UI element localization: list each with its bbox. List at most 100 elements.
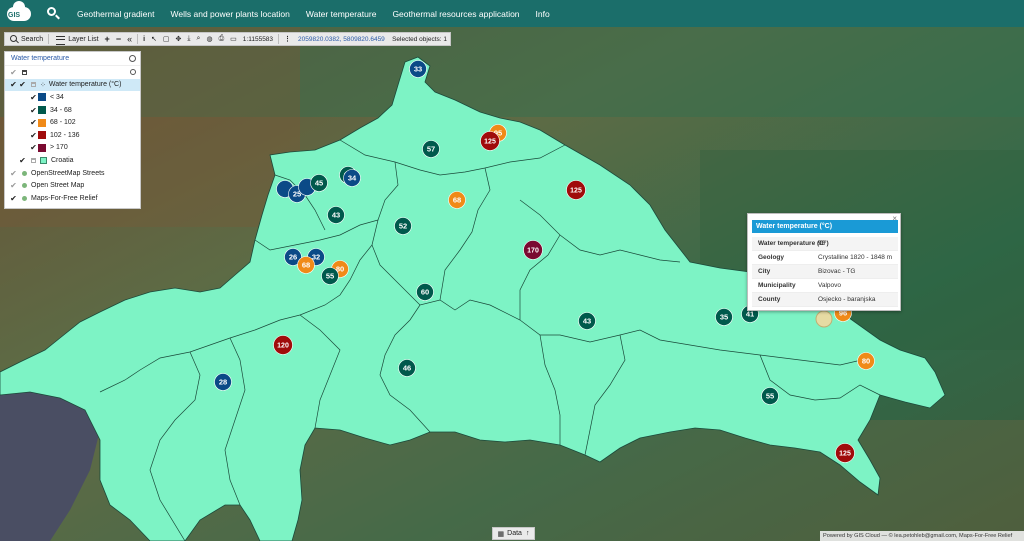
temperature-marker[interactable]: 68 (297, 256, 315, 274)
download-icon[interactable]: ⤓ (184, 35, 193, 43)
nav-water-temperature[interactable]: Water temperature (306, 9, 377, 19)
gis-cloud-logo[interactable]: GIS (5, 0, 35, 25)
temperature-marker[interactable]: 55 (321, 267, 339, 285)
visibility-checkbox[interactable]: ✔ (18, 80, 27, 89)
measure-icon[interactable]: ▭ (227, 35, 240, 43)
logo-text: GIS (8, 11, 21, 19)
attribute-value: 96 (818, 240, 826, 247)
marker-label: 125 (839, 451, 851, 458)
globe-icon[interactable]: ◍ (203, 35, 215, 43)
zoom-in-button[interactable]: + (102, 34, 113, 44)
temperature-marker[interactable]: 46 (398, 359, 416, 377)
marker-label: 34 (348, 174, 357, 183)
legend-label: 102 - 136 (50, 131, 80, 139)
check-all-icon[interactable]: ✔ (9, 68, 18, 77)
temperature-marker[interactable]: 52 (394, 217, 412, 235)
nav-geothermal-gradient[interactable]: Geothermal gradient (77, 9, 155, 19)
temperature-marker[interactable]: 35 (715, 308, 733, 326)
marker-label: 46 (403, 364, 411, 373)
globe-icon[interactable] (129, 55, 136, 62)
legend-row[interactable]: ✔ > 170 (5, 142, 140, 155)
more-options-icon[interactable]: ⋮ (281, 35, 294, 43)
legend-checkbox[interactable]: ✔ (29, 143, 38, 152)
search-icon[interactable] (43, 4, 63, 24)
temperature-marker[interactable]: 57 (422, 140, 440, 158)
layer-row-croatia[interactable]: ✔ Croatia (5, 154, 140, 167)
temperature-marker[interactable]: 125 (480, 131, 500, 151)
print-icon[interactable]: ⎙ (216, 35, 228, 43)
visibility-checkbox[interactable]: ✔ (18, 156, 27, 165)
expand-icon[interactable]: ✔ (9, 80, 18, 89)
temperature-marker[interactable]: 33 (409, 60, 427, 78)
zoom-icon[interactable]: ⌕ (194, 35, 204, 43)
lock-icon[interactable] (31, 82, 36, 88)
legend-row[interactable]: ✔ 68 - 102 (5, 116, 140, 129)
temperature-marker[interactable]: 170 (523, 240, 543, 260)
temperature-marker[interactable]: 45 (310, 174, 328, 192)
collapse-icon[interactable]: « (124, 34, 135, 44)
visibility-checkbox[interactable]: ✔ (9, 194, 18, 203)
legend-row[interactable]: ✔ 34 - 68 (5, 104, 140, 117)
zoom-layer-icon[interactable] (130, 69, 136, 75)
pan-icon[interactable]: ✥ (173, 35, 185, 43)
info-icon[interactable]: i (140, 36, 148, 43)
top-navigation: GIS Geothermal gradient Wells and power … (0, 0, 1024, 27)
temperature-marker[interactable]: 125 (835, 443, 855, 463)
temperature-marker[interactable]: 120 (273, 335, 293, 355)
layer-row-maps-for-free[interactable]: ✔ Maps-For-Free Relief (5, 192, 140, 205)
nav-wells-power-plants[interactable]: Wells and power plants location (171, 9, 290, 19)
temperature-marker[interactable]: 68 (448, 191, 466, 209)
layer-label: Open Street Map (31, 182, 85, 190)
layer-list-tool[interactable]: Layer List (51, 35, 101, 45)
layer-panel-title: Water temperature (5, 52, 140, 66)
layer-row-open-street-map[interactable]: ✔ Open Street Map (5, 179, 140, 192)
temperature-marker[interactable]: 125 (566, 180, 586, 200)
marker-label: 57 (427, 145, 435, 154)
attribute-row: Municipality Valpovo (752, 279, 898, 293)
legend-label: < 34 (50, 93, 64, 101)
temperature-marker[interactable]: 55 (761, 387, 779, 405)
visibility-checkbox[interactable]: ✔ (9, 181, 18, 190)
temperature-marker[interactable]: 34 (343, 169, 361, 187)
lock-icon[interactable] (31, 157, 36, 163)
data-label: Data (507, 530, 522, 537)
data-panel-button[interactable]: ▦ Data ↑ (492, 527, 535, 540)
points-icon: ⁘ (40, 81, 46, 89)
nav-geothermal-resources[interactable]: Geothermal resources application (392, 9, 519, 19)
marker-label: 125 (484, 139, 496, 146)
pointer-icon[interactable]: ↖ (148, 35, 160, 43)
temperature-marker[interactable]: 43 (578, 312, 596, 330)
popup-attribute-table: Water temperature (C°) 96 Geology Crysta… (752, 237, 898, 307)
legend-row[interactable]: ✔ < 34 (5, 91, 140, 104)
box-select-icon[interactable]: ▢ (160, 35, 173, 43)
temperature-marker[interactable]: 43 (327, 206, 345, 224)
coordinate-readout: 2059820.0382, 5809820.6459 (298, 35, 385, 43)
legend-checkbox[interactable]: ✔ (29, 118, 38, 127)
zoom-out-button[interactable]: − (113, 34, 124, 44)
layer-panel-controls: ✔ (5, 66, 140, 79)
lock-icon[interactable] (22, 69, 27, 75)
visibility-checkbox[interactable]: ✔ (9, 169, 18, 178)
legend-row[interactable]: ✔ 102 - 136 (5, 129, 140, 142)
temperature-marker[interactable]: 28 (214, 373, 232, 391)
marker-label: 35 (720, 313, 728, 322)
marker-label: 52 (399, 222, 407, 231)
legend-label: 68 - 102 (50, 119, 76, 127)
layer-label: Water temperature (°C) (48, 81, 122, 89)
popup-title: Water temperature (°C) (752, 220, 898, 233)
grid-icon: ▦ (497, 530, 505, 538)
layer-label: OpenStreetMap Streets (31, 169, 105, 177)
layer-row-osm-streets[interactable]: ✔ OpenStreetMap Streets (5, 167, 140, 180)
temperature-marker[interactable]: 80 (857, 352, 875, 370)
search-tool[interactable]: Search (5, 34, 46, 44)
attribute-label: City (758, 268, 771, 275)
marker-label: 125 (570, 188, 582, 195)
legend-checkbox[interactable]: ✔ (29, 106, 38, 115)
attribute-value: Crystalline 1820 - 1848 m (818, 254, 893, 261)
legend-checkbox[interactable]: ✔ (29, 93, 38, 102)
layer-label: Maps-For-Free Relief (31, 194, 98, 202)
layer-row-water-temperature[interactable]: ✔ ✔ ⁘ Water temperature (°C) (5, 78, 140, 92)
temperature-marker[interactable]: 60 (416, 283, 434, 301)
nav-info[interactable]: Info (536, 9, 550, 19)
legend-checkbox[interactable]: ✔ (29, 131, 38, 140)
